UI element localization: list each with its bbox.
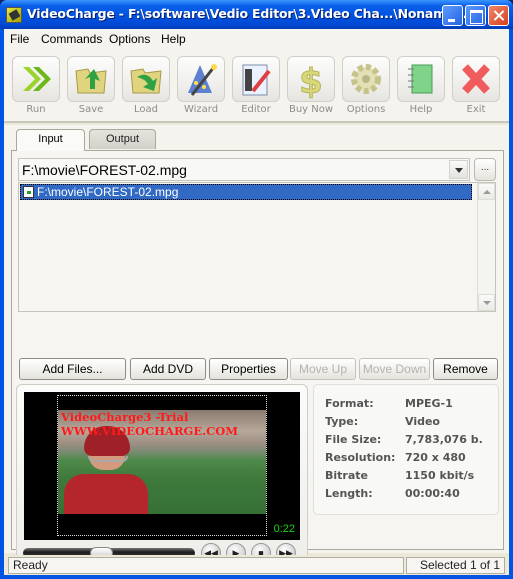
scroll-down-icon[interactable] bbox=[478, 294, 495, 311]
client-area: File Commands Options Help Run Save Load… bbox=[4, 29, 509, 575]
add-files-button[interactable]: Add Files... bbox=[19, 358, 126, 380]
notebook-icon bbox=[408, 64, 433, 94]
editor-button[interactable]: Editor bbox=[231, 56, 281, 118]
options-button[interactable]: Options bbox=[341, 56, 391, 118]
load-folder-icon bbox=[130, 68, 162, 94]
status-text: Ready bbox=[8, 557, 404, 574]
main-panel: Input Output F:\movie\FOREST-02.mpg ... … bbox=[4, 125, 509, 570]
tab-input[interactable]: Input bbox=[16, 129, 85, 151]
save-folder-icon bbox=[75, 68, 107, 94]
app-film-icon[interactable] bbox=[6, 7, 22, 23]
red-x-icon bbox=[462, 64, 490, 94]
wizard-button[interactable]: Wizard bbox=[176, 56, 226, 118]
save-button[interactable]: Save bbox=[66, 56, 116, 118]
input-file-combo[interactable]: F:\movie\FOREST-02.mpg bbox=[18, 158, 470, 181]
video-file-icon bbox=[23, 186, 34, 198]
input-tab-page: F:\movie\FOREST-02.mpg ... F:\movie\FORE… bbox=[11, 150, 504, 570]
run-button[interactable]: Run bbox=[11, 56, 61, 118]
tab-output[interactable]: Output bbox=[89, 129, 156, 149]
remove-button[interactable]: Remove bbox=[433, 358, 498, 380]
combo-value: F:\movie\FOREST-02.mpg bbox=[22, 162, 187, 178]
close-button[interactable] bbox=[488, 5, 509, 26]
file-list-scrollbar[interactable] bbox=[477, 183, 495, 311]
minimize-button[interactable] bbox=[442, 5, 463, 26]
timecode: 0:22 bbox=[273, 523, 295, 535]
exit-button[interactable]: Exit bbox=[451, 56, 501, 118]
menu-help[interactable]: Help bbox=[161, 32, 186, 46]
scroll-up-icon[interactable] bbox=[478, 183, 495, 200]
dollar-icon: $ bbox=[299, 62, 324, 103]
toolbar: Run Save Load Wizard Editor $ Buy Now Op… bbox=[4, 49, 509, 123]
move-up-button[interactable]: Move Up bbox=[290, 358, 356, 380]
file-list[interactable]: F:\movie\FOREST-02.mpg bbox=[18, 182, 496, 312]
buy-now-button[interactable]: $ Buy Now bbox=[286, 56, 336, 118]
menu-options[interactable]: Options bbox=[109, 32, 150, 46]
move-down-button[interactable]: Move Down bbox=[359, 358, 430, 380]
maximize-button[interactable] bbox=[465, 5, 486, 26]
load-button[interactable]: Load bbox=[121, 56, 171, 118]
title-bar[interactable]: VideoCharge - F:\software\Vedio Editor\3… bbox=[0, 0, 513, 29]
trial-watermark: VideoCharge3 -Trial WWW.VIDEOCHARGE.COM bbox=[61, 410, 239, 438]
help-button[interactable]: Help bbox=[396, 56, 446, 118]
app-window: VideoCharge - F:\software\Vedio Editor\3… bbox=[0, 0, 513, 579]
window-title: VideoCharge - F:\software\Vedio Editor\3… bbox=[27, 6, 477, 21]
properties-button[interactable]: Properties bbox=[209, 358, 288, 380]
run-arrows-icon bbox=[23, 67, 51, 91]
menu-commands[interactable]: Commands bbox=[41, 32, 102, 46]
menu-file[interactable]: File bbox=[10, 32, 29, 46]
file-info-panel: Format: MPEG-1 Type: Video File Size: 7,783… bbox=[313, 384, 499, 515]
gear-icon bbox=[351, 64, 381, 94]
file-list-item[interactable]: F:\movie\FOREST-02.mpg bbox=[20, 184, 472, 200]
dropdown-arrow-icon[interactable] bbox=[449, 160, 468, 179]
status-bar: Ready Selected 1 of 1 bbox=[4, 555, 509, 575]
video-player: VideoCharge3 -Trial WWW.VIDEOCHARGE.COM … bbox=[16, 384, 308, 570]
svg-text:$: $ bbox=[299, 62, 323, 101]
browse-button[interactable]: ... bbox=[474, 158, 496, 181]
editor-film-icon bbox=[242, 64, 271, 96]
selection-count: Selected 1 of 1 bbox=[406, 557, 505, 574]
menu-bar: File Commands Options Help bbox=[4, 29, 509, 49]
wizard-hat-icon bbox=[188, 64, 217, 96]
video-screen[interactable]: VideoCharge3 -Trial WWW.VIDEOCHARGE.COM … bbox=[24, 392, 300, 540]
add-dvd-button[interactable]: Add DVD bbox=[130, 358, 206, 380]
